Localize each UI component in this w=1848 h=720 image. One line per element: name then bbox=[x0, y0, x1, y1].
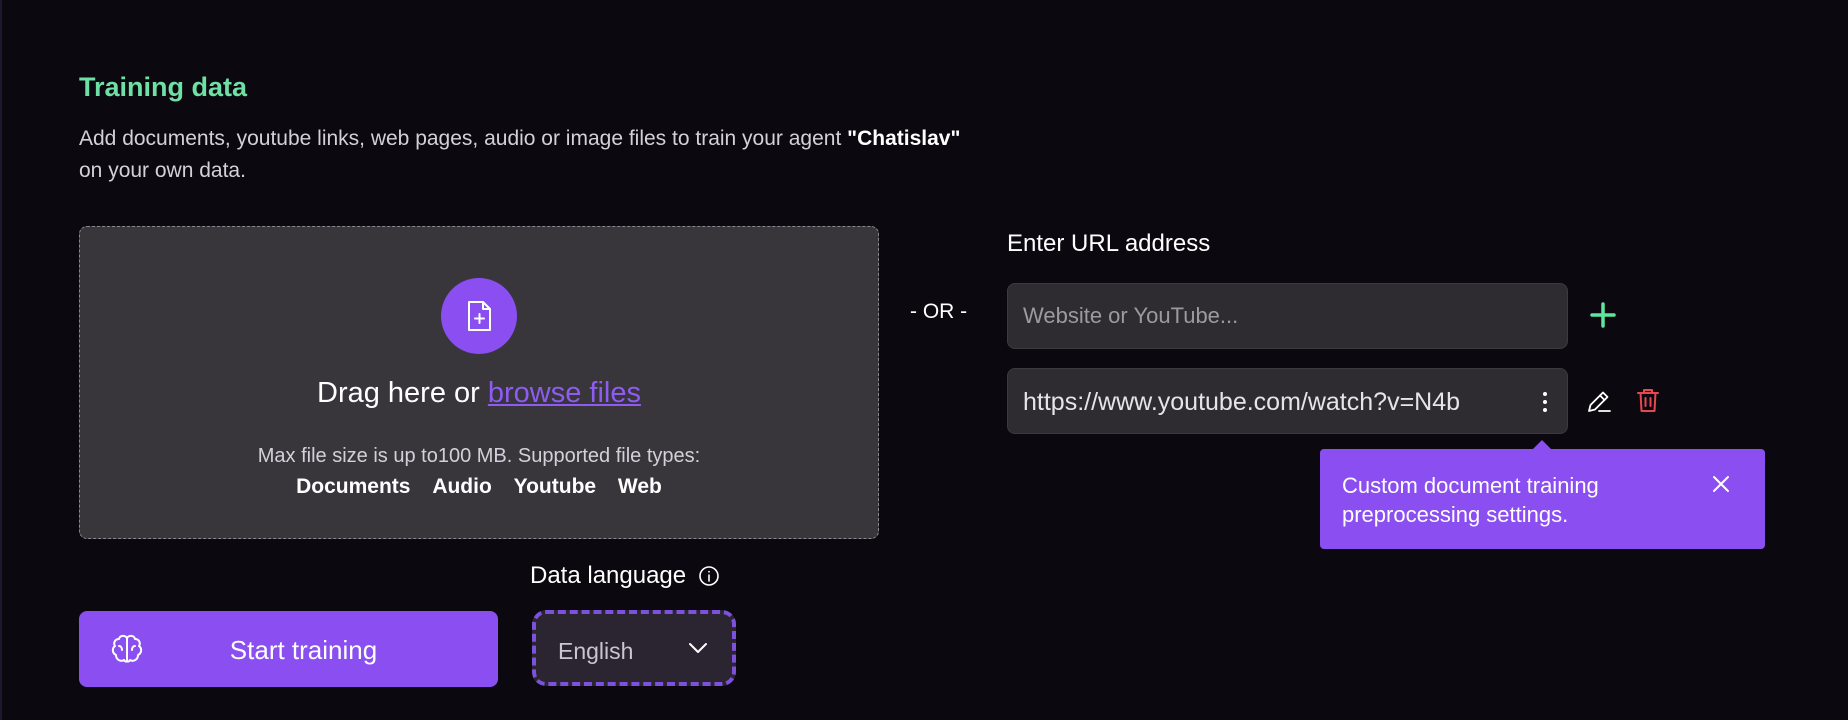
browse-files-link[interactable]: browse files bbox=[488, 377, 641, 409]
more-options-icon[interactable] bbox=[1537, 389, 1553, 415]
delete-url-button[interactable] bbox=[1634, 386, 1662, 414]
page-description: Add documents, youtube links, web pages,… bbox=[79, 123, 1119, 187]
drag-text: Drag here or browse files bbox=[80, 377, 878, 410]
file-type: Audio bbox=[432, 475, 492, 498]
description-prefix: Add documents, youtube links, web pages,… bbox=[79, 127, 848, 150]
edit-url-button[interactable] bbox=[1585, 387, 1613, 415]
pencil-icon bbox=[1588, 391, 1611, 412]
tooltip-text: Custom document training preprocessing s… bbox=[1342, 473, 1599, 527]
start-training-label: Start training bbox=[229, 635, 378, 665]
max-file-size-text: Max file size is up to100 MB. Supported … bbox=[257, 445, 701, 467]
drag-label: Drag here or bbox=[317, 377, 488, 409]
add-url-button[interactable] bbox=[1585, 297, 1621, 333]
data-language-text: Data language bbox=[530, 562, 687, 589]
window-edge bbox=[0, 0, 2, 720]
file-type: Youtube bbox=[513, 475, 597, 498]
description-suffix: on your own data. bbox=[79, 159, 246, 182]
file-plus-icon bbox=[441, 278, 517, 354]
agent-name: "Chatislav" bbox=[847, 127, 961, 150]
or-separator: - OR - bbox=[910, 300, 968, 323]
plus-icon bbox=[1590, 302, 1616, 328]
info-icon[interactable] bbox=[698, 565, 720, 587]
start-training-button[interactable]: Start training bbox=[79, 611, 498, 687]
page-title: Training data bbox=[79, 72, 248, 102]
url-label: Enter URL address bbox=[1007, 230, 1211, 257]
close-icon[interactable] bbox=[1710, 473, 1732, 495]
url-list-item: https://www.youtube.com/watch?v=N4b bbox=[1007, 368, 1568, 434]
file-dropzone[interactable]: Drag here or browse files Max file size … bbox=[79, 226, 879, 539]
file-type: Documents bbox=[296, 475, 411, 498]
supported-file-types: Documents Audio Youtube Web bbox=[80, 475, 878, 499]
chevron-down-icon bbox=[689, 643, 707, 653]
language-selected-value: English bbox=[558, 638, 634, 664]
url-input[interactable] bbox=[1007, 283, 1568, 349]
file-type: Web bbox=[617, 475, 662, 498]
url-item-text: https://www.youtube.com/watch?v=N4b bbox=[1023, 388, 1461, 416]
data-language-label: Data language bbox=[530, 562, 720, 590]
settings-tooltip: Custom document training preprocessing s… bbox=[1320, 440, 1765, 549]
trash-icon bbox=[1637, 389, 1659, 412]
language-select[interactable]: English bbox=[532, 610, 736, 686]
